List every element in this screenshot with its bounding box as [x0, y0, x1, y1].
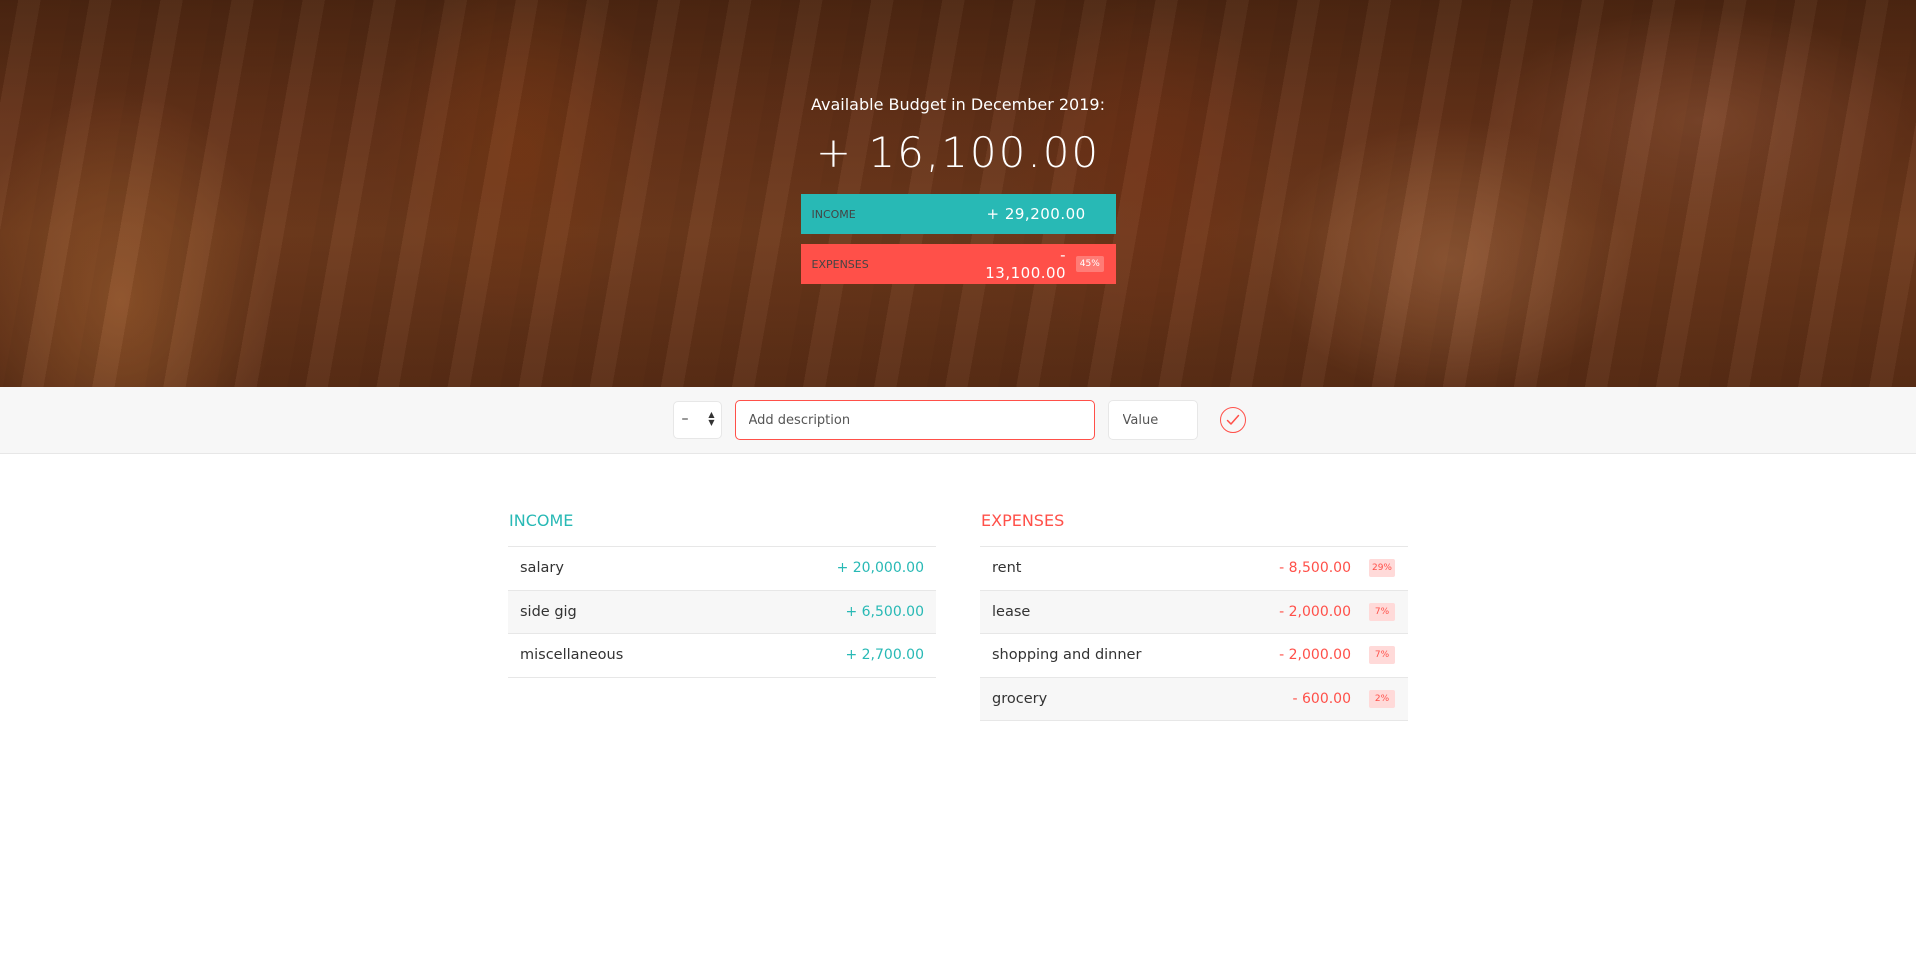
add-submit-button[interactable]: [1219, 407, 1246, 433]
expense-item[interactable]: grocery - 600.00 2%: [980, 677, 1408, 721]
expenses-column: Expenses rent - 8,500.00 29% lease - 2,0…: [980, 507, 1408, 721]
budget-expenses-label: Expenses: [811, 257, 869, 271]
item-value: - 2,000.00: [1279, 647, 1351, 664]
income-item[interactable]: salary + 20,000.00: [508, 547, 936, 591]
income-item[interactable]: side gig + 6,500.00: [508, 590, 936, 634]
add-description-input[interactable]: [734, 400, 1095, 440]
budget-value: + 16,100.00: [815, 128, 1101, 177]
add-type-select[interactable]: – ▲ ▼: [672, 401, 722, 439]
budget-expenses-box: Expenses - 13,100.00 45%: [800, 244, 1116, 284]
expense-item[interactable]: shopping and dinner - 2,000.00 7%: [980, 634, 1408, 678]
item-percentage: 7%: [1369, 602, 1395, 621]
item-value: - 8,500.00: [1279, 560, 1351, 577]
item-value: + 6,500.00: [845, 603, 924, 620]
budget-income-box: Income + 29,200.00: [800, 194, 1116, 234]
income-title: Income: [509, 511, 574, 530]
add-value-input[interactable]: [1107, 400, 1198, 440]
budget-expenses-percentage: 45%: [1076, 256, 1104, 272]
income-column: Income salary + 20,000.00 side gig + 6,5…: [508, 507, 936, 721]
expenses-title: Expenses: [981, 511, 1065, 530]
item-description: rent: [992, 560, 1022, 577]
lists-container: Income salary + 20,000.00 side gig + 6,5…: [508, 454, 1408, 721]
budget-income-right: + 29,200.00: [979, 205, 1104, 223]
item-description: shopping and dinner: [992, 647, 1142, 664]
budget-summary: Available Budget in December 2019: + 16,…: [0, 0, 1916, 284]
header-banner: Available Budget in December 2019: + 16,…: [0, 0, 1916, 387]
add-type-value: –: [681, 411, 689, 427]
item-percentage: 7%: [1369, 646, 1395, 665]
budget-expenses-value: - 13,100.00: [985, 246, 1067, 282]
expense-item[interactable]: lease - 2,000.00 7%: [980, 590, 1408, 634]
item-percentage: 29%: [1369, 559, 1395, 578]
budget-title: Available Budget in December 2019:: [811, 95, 1105, 114]
item-value: - 600.00: [1292, 690, 1352, 707]
item-value: + 2,700.00: [845, 647, 924, 664]
item-description: salary: [520, 560, 564, 577]
income-list: salary + 20,000.00 side gig + 6,500.00 m…: [508, 546, 936, 678]
budget-income-value: + 29,200.00: [986, 205, 1086, 223]
item-percentage: 2%: [1369, 689, 1395, 708]
expense-item[interactable]: rent - 8,500.00 29%: [980, 547, 1408, 591]
item-description: lease: [992, 603, 1031, 620]
item-description: side gig: [520, 603, 577, 620]
select-arrows-icon: ▲ ▼: [708, 410, 715, 427]
item-description: miscellaneous: [520, 647, 624, 664]
income-item[interactable]: miscellaneous + 2,700.00: [508, 634, 936, 678]
item-value: + 20,000.00: [836, 560, 924, 577]
budget-expenses-right: - 13,100.00 45%: [979, 246, 1104, 282]
add-bar: – ▲ ▼: [0, 387, 1916, 454]
checkmark-icon: [1226, 414, 1239, 425]
item-value: - 2,000.00: [1279, 603, 1351, 620]
expenses-list: rent - 8,500.00 29% lease - 2,000.00 7% …: [980, 546, 1408, 721]
budget-income-label: Income: [811, 207, 856, 221]
item-description: grocery: [992, 690, 1048, 707]
